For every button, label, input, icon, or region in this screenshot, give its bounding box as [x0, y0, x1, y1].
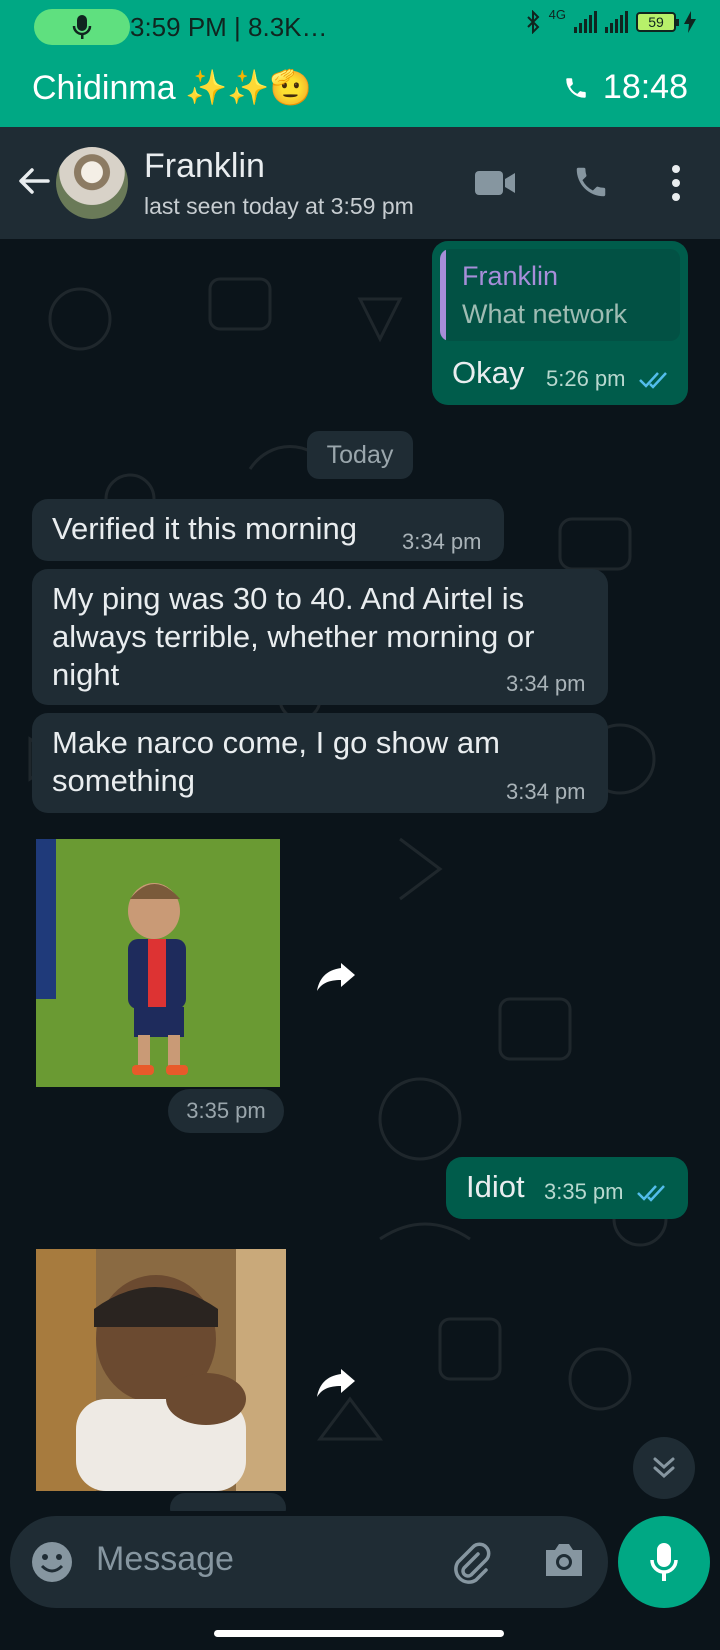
date-divider: Today: [307, 431, 413, 479]
quote-author: Franklin: [462, 261, 559, 291]
message-text: Idiot: [466, 1169, 525, 1204]
battery-icon: 59: [636, 12, 679, 32]
home-indicator[interactable]: [214, 1630, 504, 1637]
back-arrow-icon[interactable]: [14, 161, 54, 201]
sticker-image[interactable]: [36, 839, 280, 1087]
message-text: Make narco come, I go show am something: [52, 725, 500, 798]
outgoing-message[interactable]: Idiot 3:35 pm: [446, 1157, 688, 1219]
message-time-row: 3:35 pm: [544, 1179, 668, 1205]
forward-icon[interactable]: [315, 1359, 361, 1405]
incoming-message[interactable]: Make narco come, I go show am something …: [32, 713, 608, 813]
camera-icon[interactable]: [542, 1540, 586, 1580]
quote-accent-bar: [440, 249, 446, 341]
avatar[interactable]: [56, 147, 128, 219]
mic-icon: [650, 1543, 678, 1581]
video-call-icon[interactable]: [474, 169, 516, 197]
call-duration: 18:48: [602, 68, 688, 106]
forward-icon[interactable]: [315, 953, 361, 999]
message-time: 3:35 pm: [544, 1179, 624, 1204]
sticker-image[interactable]: [36, 1249, 286, 1491]
message-time-row: 5:26 pm: [546, 366, 670, 392]
status-time: 3:59 PM | 8.3K…: [130, 12, 328, 42]
message-composer: Message: [10, 1516, 608, 1608]
message-text: My ping was 30 to 40. And Airtel is alwa…: [52, 581, 535, 692]
message-time: 3:34 pm: [506, 779, 586, 804]
call-contact-name: Chidinma ✨✨🫡: [32, 69, 313, 107]
chat-messages[interactable]: Franklin What network Okay 5:26 pm Today…: [0, 239, 720, 1511]
emoji-icon[interactable]: [30, 1540, 74, 1584]
chat-header: Franklin last seen today at 3:59 pm: [0, 127, 720, 239]
contact-name[interactable]: Franklin: [144, 147, 265, 186]
incoming-message[interactable]: Verified it this morning 3:34 pm: [32, 499, 504, 561]
mic-indicator: [34, 9, 130, 45]
sticker-time-chip-partial: [170, 1493, 286, 1511]
status-icons: 4G 59: [525, 6, 696, 34]
message-time: 3:34 pm: [506, 671, 586, 696]
voice-call-icon[interactable]: [572, 163, 610, 201]
more-options-icon[interactable]: [664, 163, 688, 203]
sticker-boy-thinking: [36, 1249, 286, 1491]
double-check-read-icon: [636, 1185, 665, 1202]
mic-icon: [72, 15, 92, 39]
message-input[interactable]: Message: [96, 1540, 234, 1579]
scroll-to-bottom-button[interactable]: [633, 1437, 695, 1499]
call-timer: 18:48: [563, 68, 688, 107]
sticker-soccer-player: [36, 839, 280, 1087]
double-chevron-down-icon: [653, 1457, 675, 1479]
message-time: 5:26 pm: [546, 366, 626, 391]
message-time: 3:34 pm: [402, 529, 482, 554]
quoted-message[interactable]: Franklin What network: [440, 249, 680, 341]
attach-icon[interactable]: [448, 1540, 492, 1584]
network-type: 4G: [548, 6, 566, 22]
double-check-read-icon: [638, 372, 667, 389]
ongoing-call-banner[interactable]: 3:59 PM | 8.3K… 4G 59 Chidinma ✨✨🫡 18:48: [0, 0, 720, 127]
outgoing-message-reply[interactable]: Franklin What network Okay 5:26 pm: [432, 241, 688, 405]
message-text: Okay: [452, 355, 525, 390]
message-text: Verified it this morning: [52, 511, 357, 546]
last-seen-status: last seen today at 3:59 pm: [144, 193, 414, 219]
bluetooth-icon: [526, 10, 540, 34]
sticker-time: 3:35 pm: [168, 1089, 284, 1133]
charging-icon: [684, 11, 696, 33]
phone-icon: [566, 77, 586, 98]
quote-text: What network: [462, 299, 628, 329]
signal-icon: [574, 11, 597, 33]
voice-record-button[interactable]: [618, 1516, 710, 1608]
signal-icon-2: [605, 11, 628, 33]
incoming-message[interactable]: My ping was 30 to 40. And Airtel is alwa…: [32, 569, 608, 705]
